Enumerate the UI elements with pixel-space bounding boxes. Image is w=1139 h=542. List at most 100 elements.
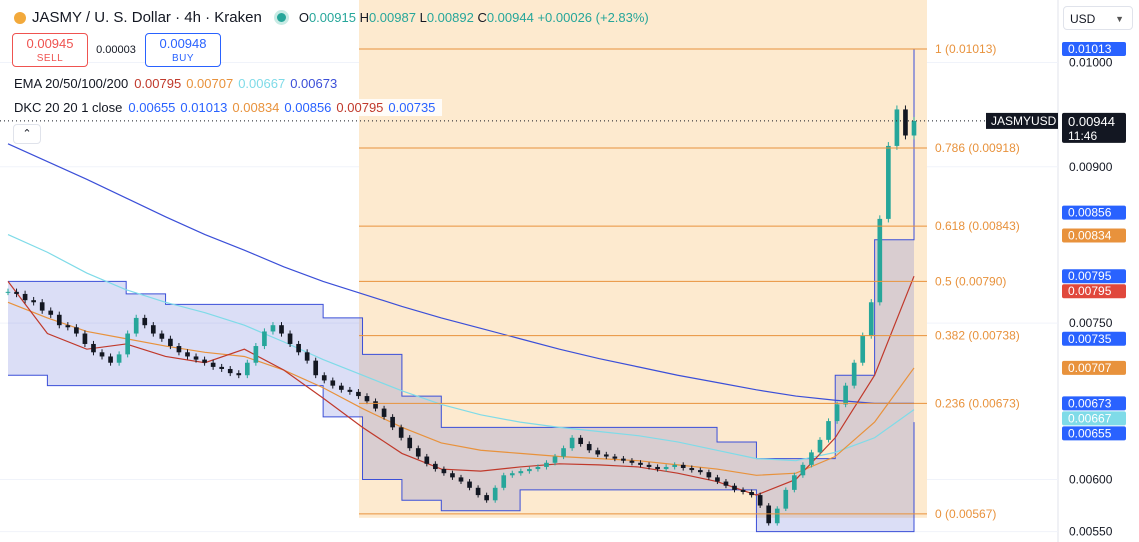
candle-body <box>364 396 370 402</box>
candle-body <box>176 346 182 353</box>
dkc-value: 0.00735 <box>388 100 436 115</box>
candle-body <box>321 375 327 381</box>
chevron-down-icon: ▼ <box>1115 14 1124 24</box>
candle-body <box>672 464 678 467</box>
candle-body <box>501 475 507 488</box>
candle-body <box>168 338 173 347</box>
candle-body <box>142 317 148 326</box>
jasmy-coin-icon <box>14 11 26 24</box>
candle-body <box>133 317 139 334</box>
fib-level-label: 1 (0.01013) <box>935 42 996 56</box>
dkc-legend[interactable]: DKC 20 20 1 close 0.00655 0.01013 0.00834 0… <box>12 99 443 116</box>
ema-label: EMA 20/50/100/200 <box>14 76 129 91</box>
low-value: 0.00892 <box>426 10 474 25</box>
price-tag-label: 0.00707 <box>1068 361 1112 375</box>
dkc-value: 0.01013 <box>180 100 228 115</box>
candle-body <box>757 495 763 506</box>
candle-body <box>270 325 276 332</box>
price-tick-label: 0.01000 <box>1069 56 1113 70</box>
dkc-value: 0.00834 <box>232 100 280 115</box>
symbol-title[interactable]: JASMY / U. S. Dollar · 4h · Kraken <box>32 9 262 26</box>
ema-value: 0.00673 <box>290 76 338 91</box>
buy-button[interactable]: 0.00948 BUY <box>145 33 221 67</box>
price-tag-label: 0.00735 <box>1068 332 1112 346</box>
candle-body <box>766 505 772 524</box>
currency-label: USD <box>1070 12 1096 26</box>
candle-body <box>253 346 259 363</box>
price-tick-label: 0.00600 <box>1069 472 1113 486</box>
candle-body <box>65 325 71 328</box>
price-tag-label: 0.00834 <box>1068 229 1112 243</box>
price-tag-label: 0.00795 <box>1068 284 1112 298</box>
candle-body <box>783 489 789 509</box>
candle-body <box>509 473 515 476</box>
close-value: 0.00944 <box>486 10 534 25</box>
sell-button[interactable]: 0.00945 SELL <box>12 33 88 67</box>
candle-body <box>646 464 652 467</box>
fib-level-label: 0.382 (0.00738) <box>935 329 1020 343</box>
candle-body <box>860 335 866 363</box>
candle-body <box>356 391 361 397</box>
candle-body <box>561 448 566 457</box>
candle-body <box>210 362 216 367</box>
candle-body <box>202 359 207 363</box>
candle-body <box>800 464 806 476</box>
candle-body <box>612 456 618 459</box>
candle-body <box>330 380 336 386</box>
open-label: O <box>298 10 309 25</box>
symbol-tag-label: JASMYUSD <box>991 114 1057 128</box>
price-tick-label: 0.00900 <box>1069 160 1113 174</box>
price-axis[interactable]: 0.00550 0.00600 0.00750 0.00900 0.010000.010… <box>986 41 1126 539</box>
candle-body <box>279 325 284 334</box>
ema-legend[interactable]: EMA 20/50/100/200 0.00795 0.00707 0.00667 0… <box>12 75 345 92</box>
currency-selector[interactable]: USD ▼ <box>1063 6 1133 30</box>
candle-body <box>296 343 301 353</box>
candle-body <box>262 331 267 347</box>
collapse-legend-button[interactable]: ⌃ <box>13 124 41 144</box>
fib-level-label: 0.786 (0.00918) <box>935 141 1020 155</box>
candle-body <box>518 471 524 474</box>
candle-body <box>595 450 601 455</box>
fib-level-label: 0.5 (0.00790) <box>935 274 1006 288</box>
candle-body <box>544 462 549 467</box>
candle-body <box>621 458 626 461</box>
candle-body <box>381 408 387 417</box>
candle-body <box>774 508 780 524</box>
candle-body <box>125 333 130 355</box>
low-label: L <box>419 10 427 25</box>
candle-body <box>868 302 874 336</box>
candle-body <box>817 439 823 453</box>
candle-body <box>339 385 344 390</box>
buy-price: 0.00948 <box>159 36 207 51</box>
candle-body <box>398 427 404 438</box>
candle-body <box>347 389 353 392</box>
candle-body <box>14 291 19 294</box>
candle-body <box>886 145 891 219</box>
symbol-legend: JASMY / U. S. Dollar · 4h · Kraken O0.00… <box>14 9 649 26</box>
candle-body <box>826 421 831 440</box>
sell-price: 0.00945 <box>26 36 74 51</box>
candle-body <box>706 472 712 478</box>
candle-body <box>723 481 729 486</box>
candle-body <box>22 293 28 301</box>
price-tag-label: 0.00795 <box>1068 269 1112 283</box>
candle-body <box>244 362 250 376</box>
candle-body <box>441 469 447 474</box>
high-value: 0.00987 <box>368 10 416 25</box>
candle-body <box>894 109 900 146</box>
buy-label: BUY <box>171 53 195 64</box>
candle-body <box>227 368 233 374</box>
ohlc-values: O0.00915 H0.00987 L0.00892 C0.00944 +0.0… <box>299 10 649 25</box>
candle-body <box>903 109 908 136</box>
fib-level-label: 0.618 (0.00843) <box>935 219 1020 233</box>
price-tick-label: 0.00750 <box>1069 316 1113 330</box>
dkc-value: 0.00655 <box>128 100 176 115</box>
candle-body <box>749 491 754 496</box>
candle-body <box>552 456 558 463</box>
candle-body <box>535 466 541 470</box>
ema-value: 0.00795 <box>134 76 182 91</box>
candle-body <box>492 487 498 501</box>
candle-body <box>680 464 686 468</box>
fib-level-label: 0 (0.00567) <box>935 507 996 521</box>
candle-body <box>159 333 165 339</box>
